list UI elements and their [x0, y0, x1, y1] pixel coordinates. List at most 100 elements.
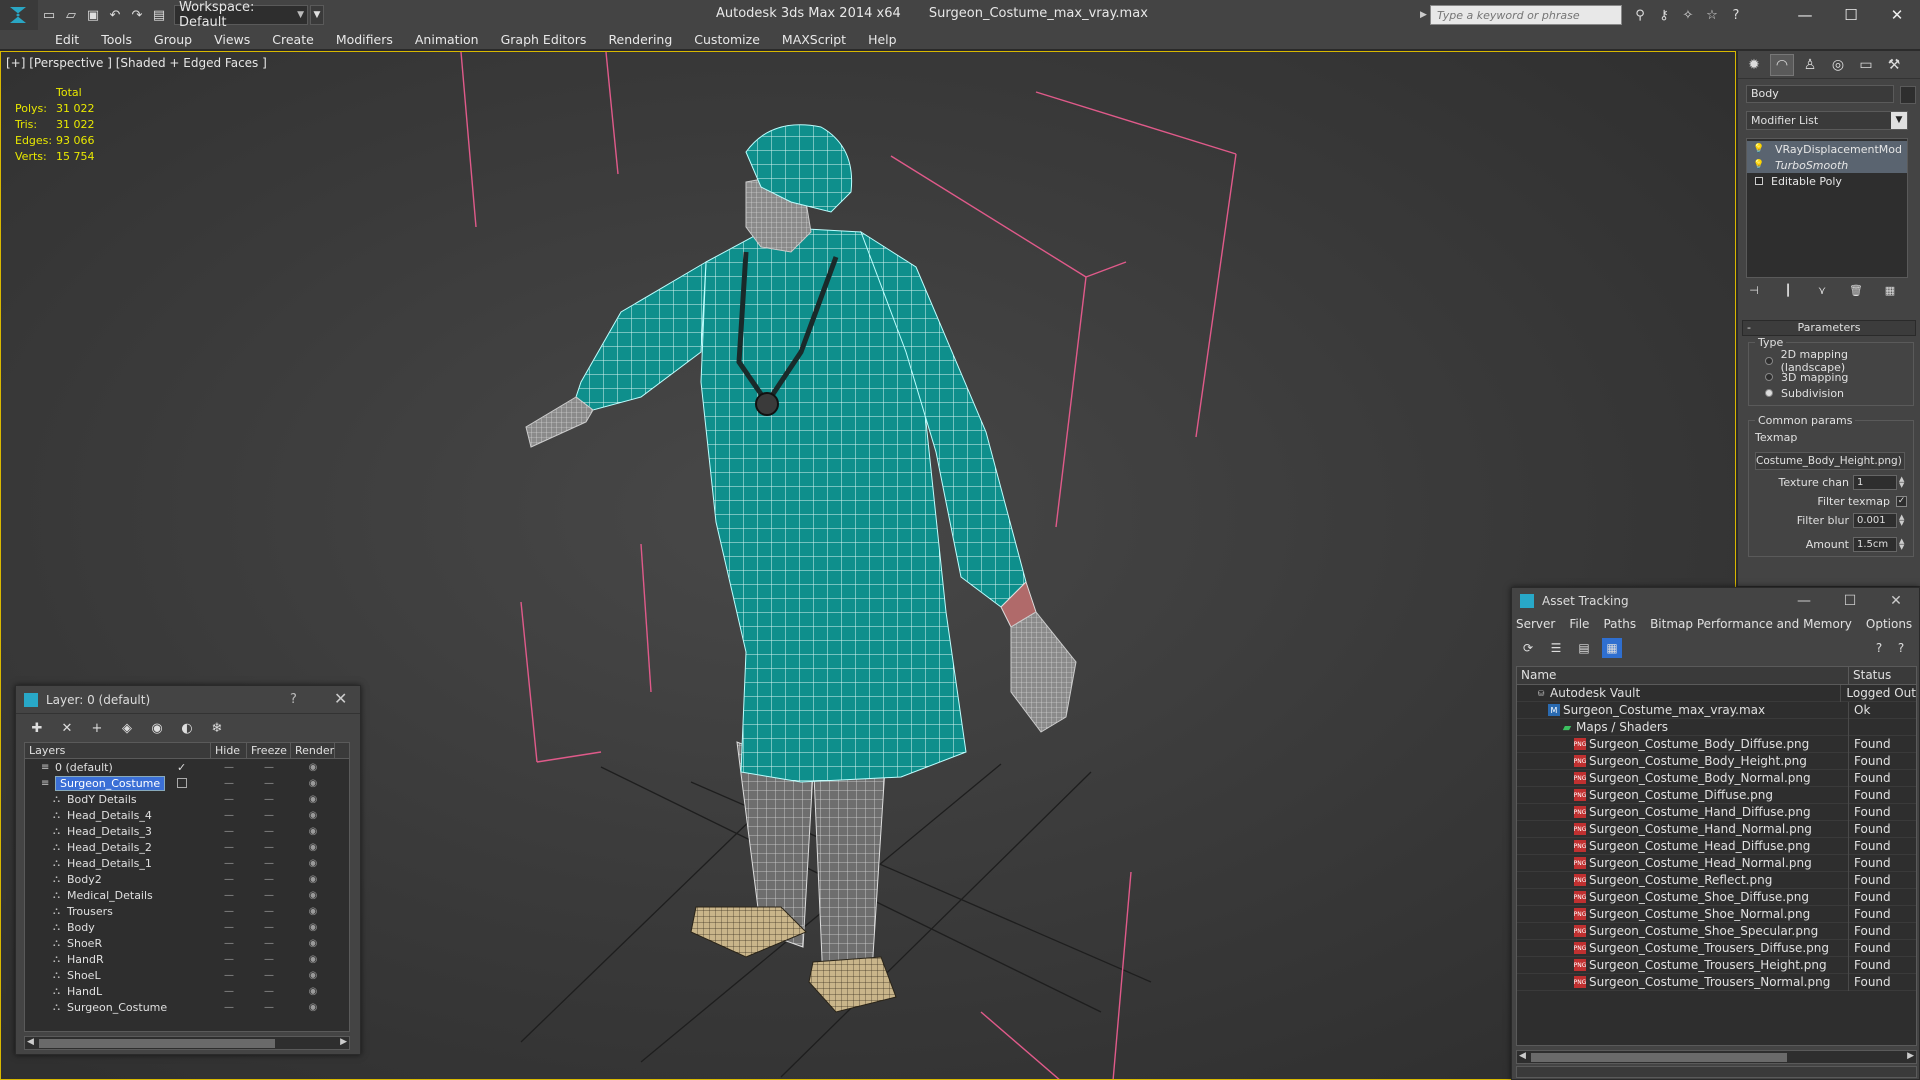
- render-toggle-icon[interactable]: ◉: [291, 986, 335, 997]
- stack-item-vraydisplacement[interactable]: 💡 VRayDisplacementMod: [1747, 141, 1907, 157]
- freeze-all-icon[interactable]: ❄: [208, 719, 226, 737]
- column-header-freeze[interactable]: Freeze: [247, 743, 291, 758]
- open-file-icon[interactable]: ▱: [60, 4, 82, 26]
- freeze-toggle-icon[interactable]: —: [247, 778, 291, 789]
- active-layer-checkmark-icon[interactable]: ✓: [177, 761, 186, 774]
- pin-stack-icon[interactable]: ⊣: [1746, 284, 1762, 302]
- freeze-toggle-icon[interactable]: —: [247, 826, 291, 837]
- workspace-select[interactable]: Workspace: Default ▼: [174, 0, 308, 30]
- render-toggle-icon[interactable]: ◉: [291, 858, 335, 869]
- freeze-toggle-icon[interactable]: —: [247, 922, 291, 933]
- highlight-layer-icon[interactable]: ◉: [148, 719, 166, 737]
- scroll-thumb[interactable]: [1531, 1053, 1787, 1062]
- object-color-swatch[interactable]: [1900, 86, 1916, 104]
- hide-toggle-icon[interactable]: —: [211, 1002, 247, 1013]
- hide-toggle-icon[interactable]: —: [211, 810, 247, 821]
- scroll-right-icon[interactable]: ▶: [340, 1037, 347, 1047]
- render-toggle-icon[interactable]: ◉: [291, 922, 335, 933]
- render-toggle-icon[interactable]: ◉: [291, 794, 335, 805]
- render-toggle-icon[interactable]: ◉: [291, 778, 335, 789]
- asset-row[interactable]: PNG Surgeon_Costume_Hand_Normal.png Found: [1517, 820, 1916, 838]
- asset-menu-options[interactable]: Options: [1866, 617, 1912, 631]
- layer-row[interactable]: ≡ 0 (default) ✓ — — ◉: [25, 759, 349, 775]
- object-name-field[interactable]: Body: [1746, 85, 1894, 103]
- workspace-dropdown-button[interactable]: ▼: [310, 5, 324, 25]
- help-icon[interactable]: ?: [1869, 638, 1889, 658]
- create-layer-icon[interactable]: ✚: [28, 719, 46, 737]
- help-icon[interactable]: ?: [1726, 5, 1746, 25]
- menu-edit[interactable]: Edit: [55, 32, 79, 47]
- hide-toggle-icon[interactable]: —: [211, 938, 247, 949]
- favorites-star-icon[interactable]: ☆: [1702, 5, 1722, 25]
- render-toggle-icon[interactable]: ◉: [291, 906, 335, 917]
- hide-toggle-icon[interactable]: —: [211, 922, 247, 933]
- hide-all-icon[interactable]: ◐: [178, 719, 196, 737]
- radio-2d-mapping[interactable]: 2D mapping (landscape): [1765, 348, 1907, 374]
- lightbulb-icon[interactable]: 💡: [1753, 160, 1765, 170]
- freeze-toggle-icon[interactable]: —: [247, 970, 291, 981]
- render-toggle-icon[interactable]: ◉: [291, 810, 335, 821]
- table-view-icon[interactable]: ▦: [1602, 638, 1622, 658]
- layer-object-row[interactable]: ⛬ Head_Details_4— — ◉: [25, 807, 349, 823]
- freeze-toggle-icon[interactable]: —: [247, 954, 291, 965]
- layer-object-row[interactable]: ⛬ Trousers — — ◉: [25, 903, 349, 919]
- menu-group[interactable]: Group: [154, 32, 192, 47]
- freeze-toggle-icon[interactable]: —: [247, 842, 291, 853]
- remove-modifier-icon[interactable]: 🗑: [1848, 284, 1864, 302]
- layer-row[interactable]: ≡ Surgeon_Costume — — ◉: [25, 775, 349, 791]
- asset-row[interactable]: PNG Surgeon_Costume_Shoe_Normal.png Found: [1517, 905, 1916, 923]
- key-icon[interactable]: ⚷: [1654, 5, 1674, 25]
- delete-layer-icon[interactable]: ✕: [58, 719, 76, 737]
- menu-animation[interactable]: Animation: [415, 32, 479, 47]
- freeze-toggle-icon[interactable]: —: [247, 874, 291, 885]
- hierarchy-tab-icon[interactable]: ♙: [1798, 54, 1822, 76]
- freeze-toggle-icon[interactable]: —: [247, 890, 291, 901]
- detail-view-icon[interactable]: ▤: [1574, 638, 1594, 658]
- column-header-name[interactable]: Name: [1517, 667, 1849, 684]
- stack-item-editable-poly[interactable]: Editable Poly: [1747, 173, 1907, 189]
- asset-menu-file[interactable]: File: [1569, 617, 1589, 631]
- help-button[interactable]: ?: [290, 692, 297, 707]
- asset-row[interactable]: PNG Surgeon_Costume_Body_Diffuse.png Found: [1517, 735, 1916, 753]
- asset-row[interactable]: M Surgeon_Costume_max_vray.max Ok: [1517, 701, 1916, 719]
- layer-object-row[interactable]: ⛬ Head_Details_1— — ◉: [25, 855, 349, 871]
- menu-maxscript[interactable]: MAXScript: [782, 32, 846, 47]
- freeze-toggle-icon[interactable]: —: [247, 1002, 291, 1013]
- menu-customize[interactable]: Customize: [694, 32, 760, 47]
- texmap-button[interactable]: Costume_Body_Height.png): [1755, 452, 1905, 470]
- hide-toggle-icon[interactable]: —: [211, 794, 247, 805]
- minimize-icon[interactable]: —: [1782, 0, 1828, 30]
- asset-row[interactable]: PNG Surgeon_Costume_Head_Normal.png Found: [1517, 854, 1916, 872]
- freeze-toggle-icon[interactable]: —: [247, 762, 291, 773]
- scroll-thumb[interactable]: [39, 1039, 275, 1048]
- freeze-toggle-icon[interactable]: —: [247, 794, 291, 805]
- select-objects-icon[interactable]: ◈: [118, 719, 136, 737]
- app-logo-icon[interactable]: [0, 0, 38, 30]
- asset-row[interactable]: PNG Surgeon_Costume_Diffuse.png Found: [1517, 786, 1916, 804]
- layer-object-row[interactable]: ⛬ Body — — ◉: [25, 919, 349, 935]
- column-header-hide[interactable]: Hide: [211, 743, 247, 758]
- add-to-layer-icon[interactable]: +: [88, 719, 106, 737]
- asset-row[interactable]: PNG Surgeon_Costume_Trousers_Diffuse.png F…: [1517, 939, 1916, 957]
- viewport-label[interactable]: [+] [Perspective ] [Shaded + Edged Faces…: [6, 56, 267, 70]
- hide-toggle-icon[interactable]: —: [211, 906, 247, 917]
- render-toggle-icon[interactable]: ◉: [291, 954, 335, 965]
- scroll-right-icon[interactable]: ▶: [1907, 1051, 1914, 1061]
- render-toggle-icon[interactable]: ◉: [291, 1002, 335, 1013]
- hide-toggle-icon[interactable]: —: [211, 826, 247, 837]
- parameters-rollout-header[interactable]: - Parameters: [1742, 320, 1916, 336]
- layer-horizontal-scrollbar[interactable]: ◀ ▶: [24, 1036, 350, 1050]
- motion-tab-icon[interactable]: ◎: [1826, 54, 1850, 76]
- menu-modifiers[interactable]: Modifiers: [336, 32, 393, 47]
- column-header-layers[interactable]: Layers: [25, 743, 211, 758]
- make-unique-icon[interactable]: ⋎: [1814, 284, 1830, 302]
- project-folder-icon[interactable]: ▤: [148, 4, 170, 26]
- freeze-toggle-icon[interactable]: —: [247, 810, 291, 821]
- layer-object-row[interactable]: ⛬ HandR — — ◉: [25, 951, 349, 967]
- menu-tools[interactable]: Tools: [101, 32, 132, 47]
- texture-chan-spinner[interactable]: 1: [1853, 474, 1897, 490]
- scroll-left-icon[interactable]: ◀: [1519, 1051, 1526, 1061]
- layer-object-row[interactable]: ⛬ BodY Details — — ◉: [25, 791, 349, 807]
- context-help-icon[interactable]: ?: [1891, 638, 1911, 658]
- asset-row[interactable]: PNG Surgeon_Costume_Shoe_Specular.png Foun…: [1517, 922, 1916, 940]
